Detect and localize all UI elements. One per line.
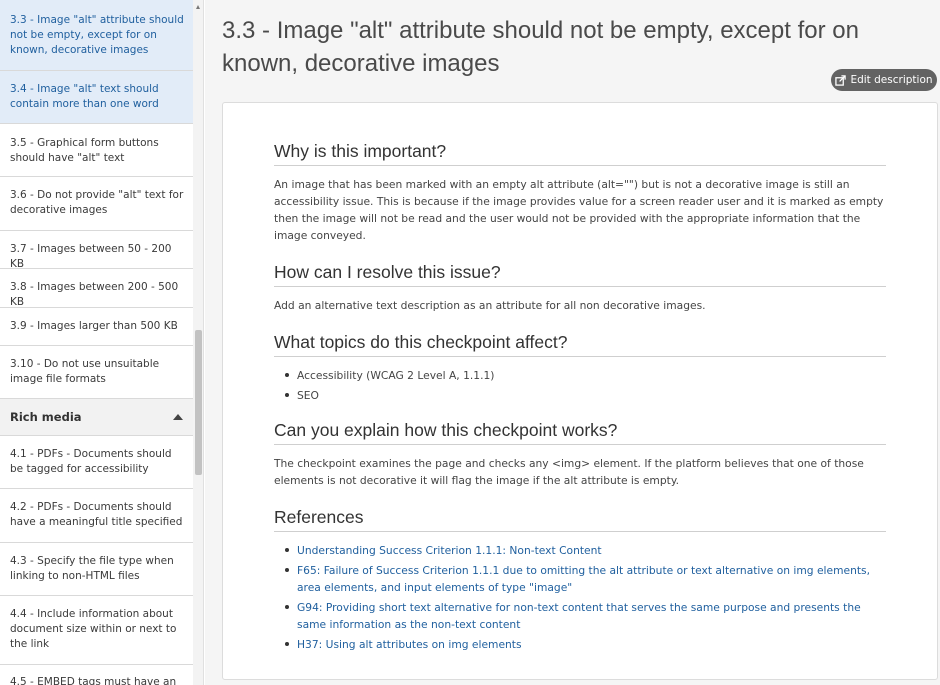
sidebar-scrollbar[interactable]	[193, 0, 204, 685]
sidebar-section-rich-media[interactable]: Rich media	[0, 399, 193, 436]
sidebar-item-4-2[interactable]: 4.2 - PDFs - Documents should have a mea…	[0, 489, 193, 543]
sidebar-item-3-4[interactable]: 3.4 - Image "alt" text should contain mo…	[0, 71, 193, 124]
sidebar-item-4-5[interactable]: 4.5 - EMBED tags must have an	[0, 665, 193, 685]
page-title: 3.3 - Image "alt" attribute should not b…	[222, 17, 859, 77]
sidebar-item-label: 4.1 - PDFs - Documents should be tagged …	[10, 448, 172, 475]
scroll-up-arrow-icon[interactable]	[196, 5, 200, 9]
external-edit-icon	[835, 74, 847, 86]
list-item: SEO	[284, 387, 886, 404]
section-body-resolve: Add an alternative text description as a…	[274, 299, 706, 312]
section-body-why: An image that has been marked with an em…	[274, 178, 884, 242]
reference-link[interactable]: H37: Using alt attributes on img element…	[284, 636, 886, 653]
sidebar-item-4-1[interactable]: 4.1 - PDFs - Documents should be tagged …	[0, 436, 193, 489]
sidebar-section-label: Rich media	[10, 410, 82, 424]
sidebar-item-3-3[interactable]: 3.3 - Image "alt" attribute should not b…	[0, 0, 193, 71]
edit-description-button[interactable]: Edit description	[831, 69, 937, 91]
scrollbar-thumb[interactable]	[195, 330, 202, 475]
sidebar-item-3-7[interactable]: 3.7 - Images between 50 - 200 KB	[0, 231, 193, 270]
sidebar-nav: 3.3 - Image "alt" attribute should not b…	[0, 0, 193, 685]
main-content: 3.3 - Image "alt" attribute should not b…	[205, 0, 940, 685]
sidebar-item-label: 4.4 - Include information about document…	[10, 608, 177, 650]
sidebar-item-label: 3.7 - Images between 50 - 200 KB	[10, 243, 172, 270]
sidebar-item-3-8[interactable]: 3.8 - Images between 200 - 500 KB	[0, 269, 193, 308]
sidebar-item-label: 3.3 - Image "alt" attribute should not b…	[10, 14, 184, 56]
caret-up-icon	[173, 414, 183, 420]
sidebar-item-3-9[interactable]: 3.9 - Images larger than 500 KB	[0, 308, 193, 346]
description-content: Why is this important? An image that has…	[274, 139, 886, 667]
section-heading-explain: Can you explain how this checkpoint work…	[274, 418, 886, 445]
sidebar-item-label: 3.10 - Do not use unsuitable image file …	[10, 358, 160, 385]
sidebar-item-3-6[interactable]: 3.6 - Do not provide "alt" text for deco…	[0, 177, 193, 231]
sidebar-item-label: 4.2 - PDFs - Documents should have a mea…	[10, 501, 183, 528]
description-card: Why is this important? An image that has…	[222, 102, 938, 680]
section-heading-topics: What topics do this checkpoint affect?	[274, 330, 886, 357]
sidebar-item-label: 4.5 - EMBED tags must have an	[10, 676, 177, 685]
references-list: Understanding Success Criterion 1.1.1: N…	[274, 542, 886, 653]
sidebar-item-4-4[interactable]: 4.4 - Include information about document…	[0, 596, 193, 665]
sidebar-item-label: 3.8 - Images between 200 - 500 KB	[10, 281, 179, 308]
sidebar-item-label: 3.4 - Image "alt" text should contain mo…	[10, 83, 159, 110]
sidebar-item-3-5[interactable]: 3.5 - Graphical form buttons should have…	[0, 124, 193, 177]
section-heading-resolve: How can I resolve this issue?	[274, 260, 886, 287]
section-body-explain: The checkpoint examines the page and che…	[274, 457, 864, 487]
reference-link[interactable]: F65: Failure of Success Criterion 1.1.1 …	[284, 562, 886, 596]
list-item: Accessibility (WCAG 2 Level A, 1.1.1)	[284, 367, 886, 384]
sidebar-item-label: 4.3 - Specify the file type when linking…	[10, 555, 174, 582]
sidebar-item-label: 3.9 - Images larger than 500 KB	[10, 320, 178, 332]
reference-link[interactable]: G94: Providing short text alternative fo…	[284, 599, 886, 633]
reference-link[interactable]: Understanding Success Criterion 1.1.1: N…	[284, 542, 886, 559]
sidebar-item-label: 3.6 - Do not provide "alt" text for deco…	[10, 189, 184, 216]
sidebar-item-label: 3.5 - Graphical form buttons should have…	[10, 137, 159, 164]
topics-list: Accessibility (WCAG 2 Level A, 1.1.1) SE…	[274, 367, 886, 404]
sidebar-item-4-3[interactable]: 4.3 - Specify the file type when linking…	[0, 543, 193, 596]
sidebar-item-3-10[interactable]: 3.10 - Do not use unsuitable image file …	[0, 346, 193, 399]
edit-description-label: Edit description	[850, 74, 933, 86]
section-heading-why: Why is this important?	[274, 139, 886, 166]
section-heading-references: References	[274, 505, 886, 532]
